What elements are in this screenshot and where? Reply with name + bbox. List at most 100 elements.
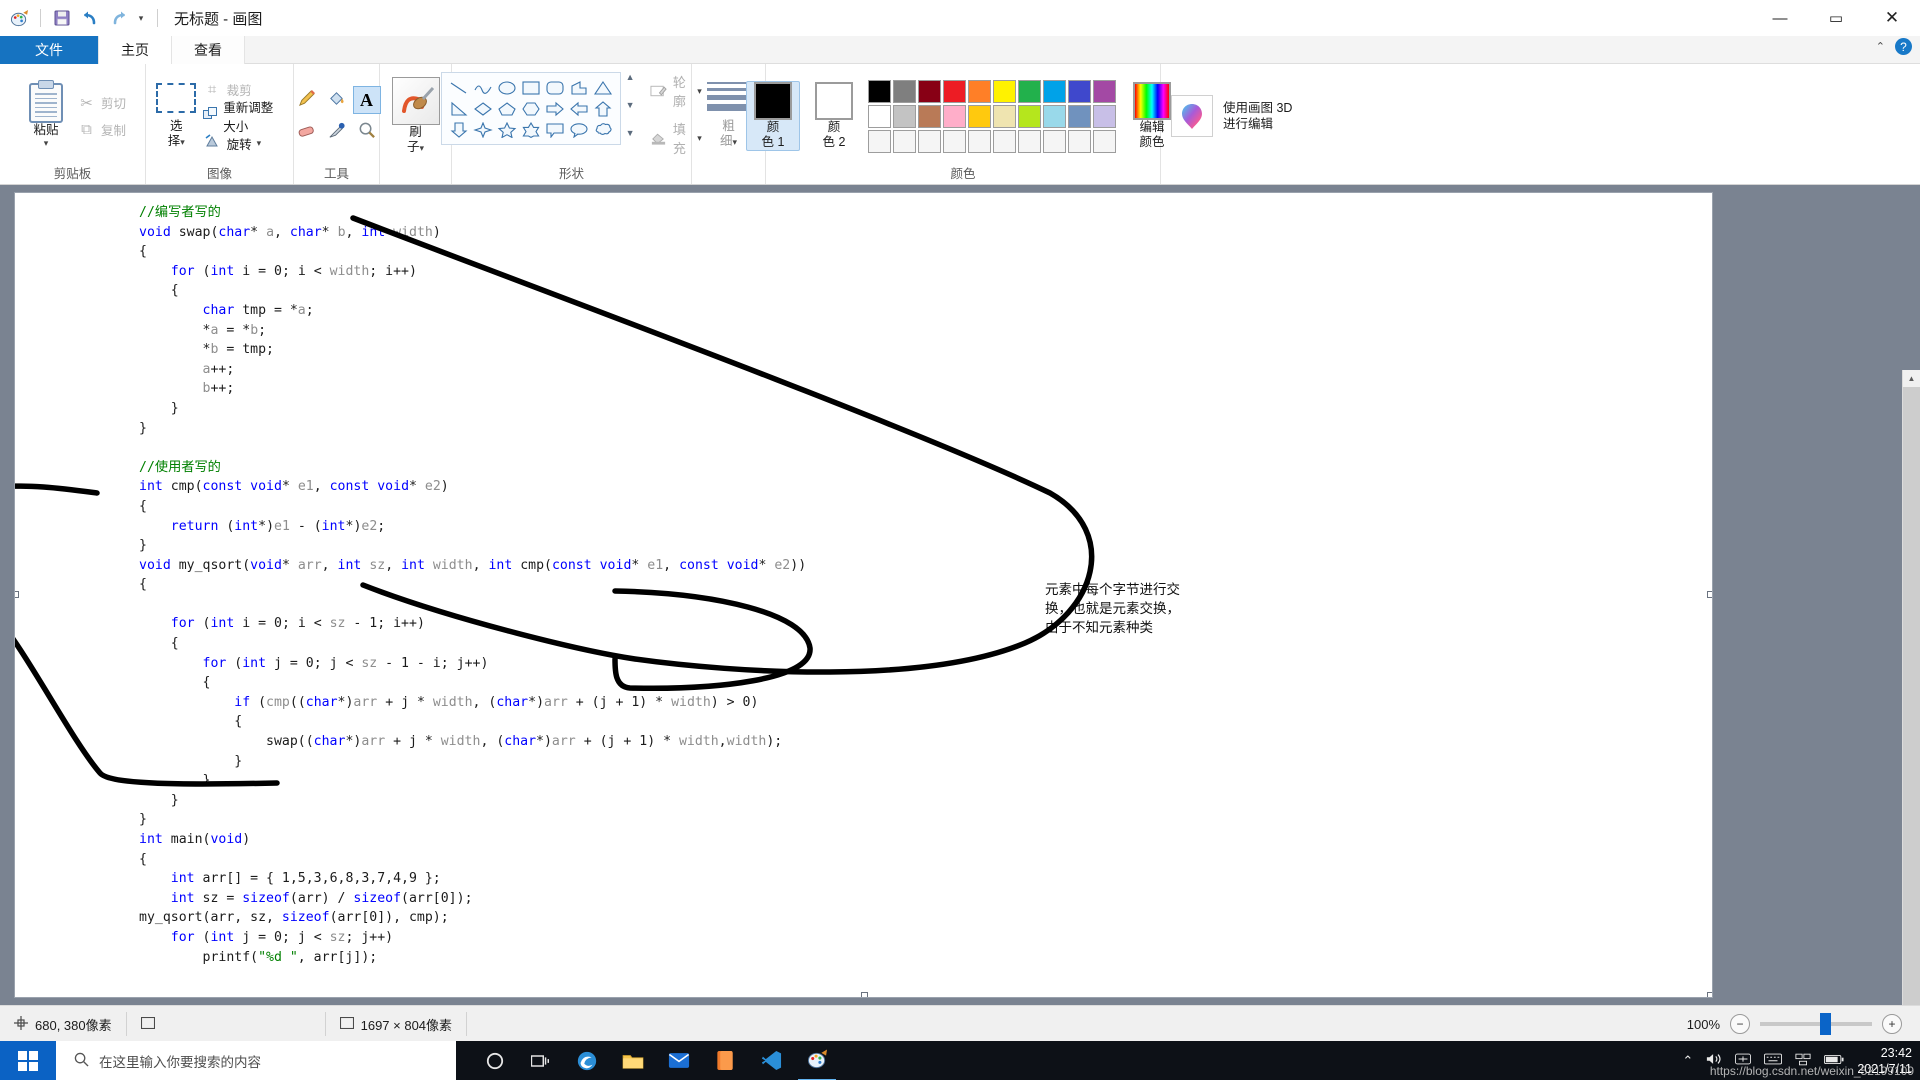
text-tool[interactable]: A (353, 86, 381, 114)
shape-gallery-expand-icon[interactable]: ▼ (626, 128, 635, 138)
tab-view[interactable]: 查看 (172, 36, 245, 64)
ribbon-group-paint3d: 使用画图 3D 进行编辑 (1161, 64, 1311, 184)
canvas-handle-right[interactable] (1707, 591, 1713, 598)
zoom-in-button[interactable]: + (1882, 1014, 1902, 1034)
app-logo-icon (6, 5, 32, 31)
palette-swatch-1-7[interactable] (1043, 105, 1066, 128)
palette-swatch-0-4[interactable] (968, 80, 991, 103)
color-picker-tool[interactable] (327, 121, 346, 144)
shape-scroll-up-icon[interactable]: ▲ (626, 72, 635, 82)
palette-swatch-2-5[interactable] (993, 130, 1016, 153)
save-icon[interactable] (49, 5, 75, 31)
color2-button[interactable]: 颜色 2 (808, 82, 860, 150)
palette-swatch-0-9[interactable] (1093, 80, 1116, 103)
selection-size-cell (127, 1006, 325, 1042)
vertical-scroll-thumb[interactable] (1903, 387, 1920, 1047)
palette-swatch-2-8[interactable] (1068, 130, 1091, 153)
undo-icon[interactable] (77, 5, 103, 31)
palette-swatch-1-4[interactable] (968, 105, 991, 128)
palette-swatch-2-9[interactable] (1093, 130, 1116, 153)
tab-file[interactable]: 文件 (0, 36, 99, 64)
redo-icon[interactable] (105, 5, 131, 31)
close-button[interactable]: ✕ (1864, 0, 1920, 36)
palette-swatch-1-8[interactable] (1068, 105, 1091, 128)
ribbon-group-image: 选择▾ ⌗ 裁剪 重新调整大小 (146, 64, 294, 184)
rotate-dropdown-icon[interactable]: ▾ (257, 138, 262, 149)
palette-swatch-0-6[interactable] (1018, 80, 1041, 103)
paint3d-icon[interactable] (1171, 95, 1213, 137)
palette-swatch-2-2[interactable] (918, 130, 941, 153)
palette-swatch-2-4[interactable] (968, 130, 991, 153)
cut-button[interactable]: ✂ 剪切 (75, 89, 128, 116)
file-explorer-icon[interactable] (614, 1041, 652, 1080)
paint-icon[interactable] (798, 1040, 836, 1080)
zoom-slider-thumb[interactable] (1820, 1013, 1831, 1035)
zoom-out-button[interactable]: − (1730, 1014, 1750, 1034)
minimize-button[interactable]: — (1752, 0, 1808, 36)
shape-gallery[interactable] (441, 72, 621, 145)
outline-label: 轮廓 (673, 72, 691, 110)
show-hidden-icons[interactable]: ⌃ (1682, 1053, 1693, 1069)
copy-button[interactable]: ⧉ 复制 (75, 116, 128, 143)
cortana-icon[interactable] (476, 1041, 514, 1080)
canvas-handle-bottom[interactable] (861, 992, 868, 998)
drawing-canvas[interactable]: //编写者写的void swap(char* a, char* b, int w… (14, 192, 1713, 998)
window-controls: — ▭ ✕ (1752, 0, 1920, 36)
shape-right-triangle-icon (449, 101, 469, 117)
chevron-up-icon[interactable]: ⌃ (1876, 40, 1885, 53)
palette-swatch-2-3[interactable] (943, 130, 966, 153)
pencil-tool[interactable] (297, 89, 316, 112)
outline-icon (650, 82, 667, 101)
shape-rect-callout-icon (545, 122, 565, 138)
palette-swatch-1-6[interactable] (1018, 105, 1041, 128)
palette-swatch-0-5[interactable] (993, 80, 1016, 103)
mail-icon[interactable] (660, 1041, 698, 1080)
canvas-code-text: //编写者写的void swap(char* a, char* b, int w… (139, 203, 806, 967)
magnifier-tool[interactable] (357, 121, 376, 144)
select-button[interactable]: 选择▾ (152, 74, 201, 158)
palette-swatch-0-8[interactable] (1068, 80, 1091, 103)
zoom-slider[interactable] (1760, 1022, 1872, 1026)
help-icon[interactable]: ? (1895, 38, 1912, 55)
edge-icon[interactable] (568, 1041, 606, 1080)
palette-swatch-1-3[interactable] (943, 105, 966, 128)
canvas-handle-corner[interactable] (1707, 992, 1713, 998)
notes-icon[interactable] (706, 1041, 744, 1080)
customize-qat-icon[interactable]: ▾ (133, 13, 149, 24)
color1-button[interactable]: 颜色 1 (746, 81, 800, 151)
shape-scroll-down-icon[interactable]: ▼ (626, 100, 635, 110)
scroll-up-icon[interactable]: ▲ (1903, 370, 1920, 387)
palette-swatch-1-0[interactable] (868, 105, 891, 128)
canvas-handle-left[interactable] (14, 591, 19, 598)
palette-swatch-0-7[interactable] (1043, 80, 1066, 103)
paste-button[interactable]: 粘贴 ▾ (17, 74, 75, 158)
palette-swatch-0-2[interactable] (918, 80, 941, 103)
brush-button[interactable]: 刷子▾ (387, 74, 445, 158)
shape-gallery-scrollbar[interactable]: ▲ ▼ ▼ (624, 72, 636, 138)
palette-swatch-2-6[interactable] (1018, 130, 1041, 153)
ribbon-help-zone: ⌃ ? (1876, 38, 1912, 55)
palette-swatch-0-3[interactable] (943, 80, 966, 103)
palette-swatch-1-5[interactable] (993, 105, 1016, 128)
start-button[interactable] (0, 1041, 56, 1080)
eraser-tool[interactable] (297, 122, 316, 142)
palette-swatch-2-0[interactable] (868, 130, 891, 153)
palette-swatch-1-2[interactable] (918, 105, 941, 128)
palette-swatch-0-1[interactable] (893, 80, 916, 103)
palette-swatch-0-0[interactable] (868, 80, 891, 103)
palette-swatch-2-7[interactable] (1043, 130, 1066, 153)
tab-home[interactable]: 主页 (99, 36, 172, 64)
color-palette[interactable] (868, 80, 1116, 153)
rotate-button[interactable]: 旋转 ▾ (201, 130, 287, 157)
maximize-button[interactable]: ▭ (1808, 0, 1864, 36)
vscode-icon[interactable] (752, 1041, 790, 1080)
taskbar-search-input[interactable]: 在这里输入你要搜索的内容 (56, 1041, 456, 1080)
palette-swatch-1-9[interactable] (1093, 105, 1116, 128)
fill-tool[interactable] (327, 89, 346, 112)
resize-button[interactable]: 重新调整大小 (201, 103, 287, 130)
task-view-icon[interactable] (522, 1041, 560, 1080)
palette-swatch-1-1[interactable] (893, 105, 916, 128)
canvas-vertical-scrollbar[interactable]: ▲ ▼ (1902, 370, 1920, 1080)
paste-dropdown-icon[interactable]: ▾ (44, 138, 49, 149)
palette-swatch-2-1[interactable] (893, 130, 916, 153)
